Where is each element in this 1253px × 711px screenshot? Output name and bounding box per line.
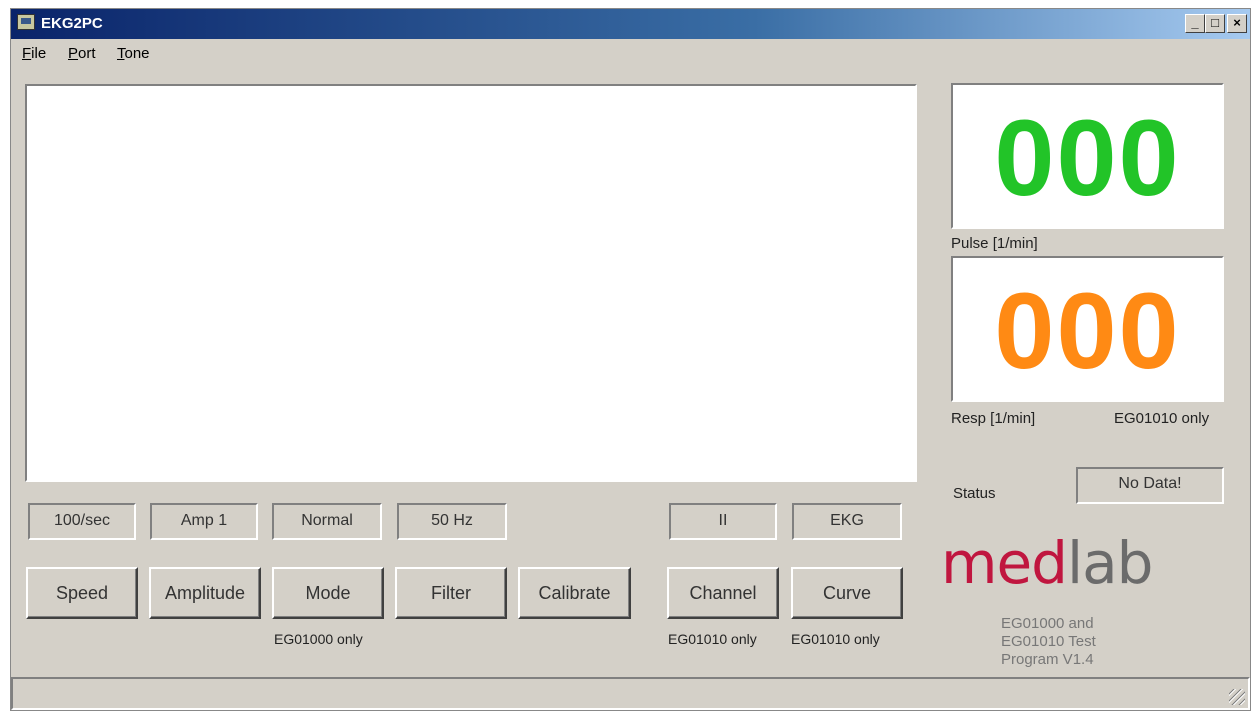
menu-tone[interactable]: Tone <box>117 45 150 62</box>
amplitude-value: Amp 1 <box>150 503 258 540</box>
menu-port[interactable]: Port <box>68 45 96 62</box>
menu-bar: File Port Tone <box>11 42 1250 64</box>
close-button[interactable]: × <box>1227 14 1247 33</box>
version-text: EG01000 and EG01010 Test Program V1.4 <box>1001 615 1096 667</box>
ekg-graph-area <box>25 84 917 482</box>
mode-note: EG01000 only <box>274 631 363 647</box>
calibrate-button[interactable]: Calibrate <box>518 567 631 619</box>
mode-value: Normal <box>272 503 382 540</box>
resp-label: Resp [1/min] <box>951 410 1036 427</box>
filter-value: 50 Hz <box>397 503 507 540</box>
channel-value: II <box>669 503 777 540</box>
title-bar[interactable]: EKG2PC _ □ × <box>11 9 1250 39</box>
speed-button[interactable]: Speed <box>26 567 138 619</box>
app-icon[interactable] <box>17 14 35 30</box>
filter-button[interactable]: Filter <box>395 567 507 619</box>
curve-button[interactable]: Curve <box>791 567 903 619</box>
resize-grip-icon[interactable] <box>1229 689 1245 705</box>
speed-value: 100/sec <box>28 503 136 540</box>
resp-display: 000 <box>951 256 1224 402</box>
resp-note: EG01010 only <box>1114 410 1210 427</box>
amplitude-button[interactable]: Amplitude <box>149 567 261 619</box>
channel-note: EG01010 only <box>668 631 757 647</box>
status-value: No Data! <box>1076 467 1224 504</box>
window-title: EKG2PC <box>41 15 103 32</box>
curve-note: EG01010 only <box>791 631 880 647</box>
medlab-logo: medlab <box>941 529 1153 597</box>
curve-value: EKG <box>792 503 902 540</box>
app-window: EKG2PC _ □ × File Port Tone 000 Pulse [1… <box>10 8 1251 711</box>
pulse-label: Pulse [1/min] <box>951 235 1038 252</box>
minimize-button[interactable]: _ <box>1185 14 1205 33</box>
maximize-button[interactable]: □ <box>1205 14 1225 33</box>
status-bar <box>11 677 1250 710</box>
mode-button[interactable]: Mode <box>272 567 384 619</box>
channel-button[interactable]: Channel <box>667 567 779 619</box>
menu-file[interactable]: File <box>22 45 46 62</box>
status-label: Status <box>953 485 996 502</box>
pulse-display: 000 <box>951 83 1224 229</box>
